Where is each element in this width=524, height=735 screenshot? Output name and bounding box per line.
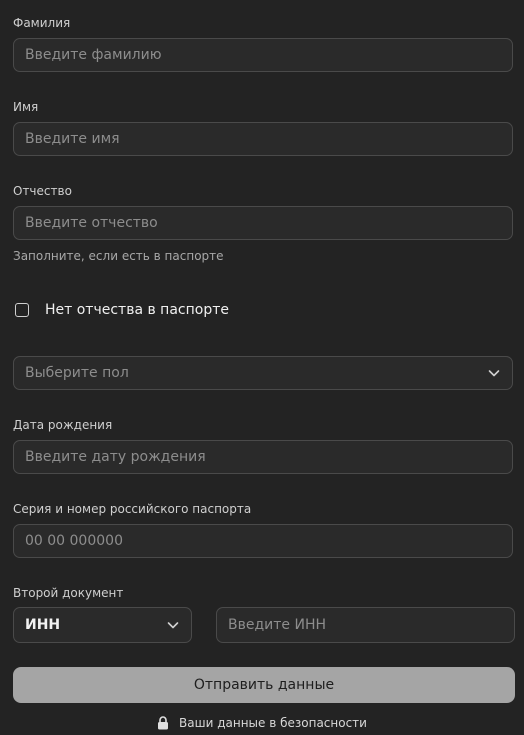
- lock-icon: [158, 716, 169, 730]
- submit-button[interactable]: Отправить данные: [13, 667, 515, 703]
- inn-placeholder: Введите ИНН: [228, 617, 326, 633]
- first-name-input[interactable]: Введите имя: [13, 122, 513, 156]
- second-document-select[interactable]: ИНН: [13, 607, 192, 643]
- birth-date-label: Дата рождения: [13, 418, 113, 432]
- patronymic-input[interactable]: Введите отчество: [13, 206, 513, 240]
- passport-input[interactable]: 00 00 000000: [13, 524, 513, 558]
- chevron-down-icon: [488, 370, 500, 377]
- inn-input[interactable]: Введите ИНН: [216, 607, 515, 643]
- birth-date-placeholder: Введите дату рождения: [25, 449, 206, 465]
- security-note-text: Ваши данные в безопасности: [179, 716, 367, 730]
- last-name-placeholder: Введите фамилию: [25, 47, 162, 63]
- gender-placeholder: Выберите пол: [25, 365, 129, 381]
- passport-label: Серия и номер российского паспорта: [13, 502, 252, 516]
- second-document-selected: ИНН: [25, 617, 61, 633]
- gender-select[interactable]: Выберите пол: [13, 356, 513, 390]
- last-name-label: Фамилия: [13, 16, 71, 30]
- last-name-input[interactable]: Введите фамилию: [13, 38, 513, 72]
- birth-date-input[interactable]: Введите дату рождения: [13, 440, 513, 474]
- second-document-label: Второй документ: [13, 586, 124, 600]
- passport-placeholder: 00 00 000000: [25, 533, 123, 549]
- chevron-down-icon: [167, 622, 179, 629]
- patronymic-placeholder: Введите отчество: [25, 215, 158, 231]
- patronymic-label: Отчество: [13, 184, 72, 198]
- no-patronymic-label: Нет отчества в паспорте: [45, 302, 229, 318]
- no-patronymic-checkbox[interactable]: [15, 303, 29, 317]
- patronymic-hint: Заполните, если есть в паспорте: [13, 249, 224, 263]
- first-name-label: Имя: [13, 100, 39, 114]
- first-name-placeholder: Введите имя: [25, 131, 120, 147]
- no-patronymic-row[interactable]: Нет отчества в паспорте: [15, 300, 229, 320]
- security-note: Ваши данные в безопасности: [0, 714, 524, 732]
